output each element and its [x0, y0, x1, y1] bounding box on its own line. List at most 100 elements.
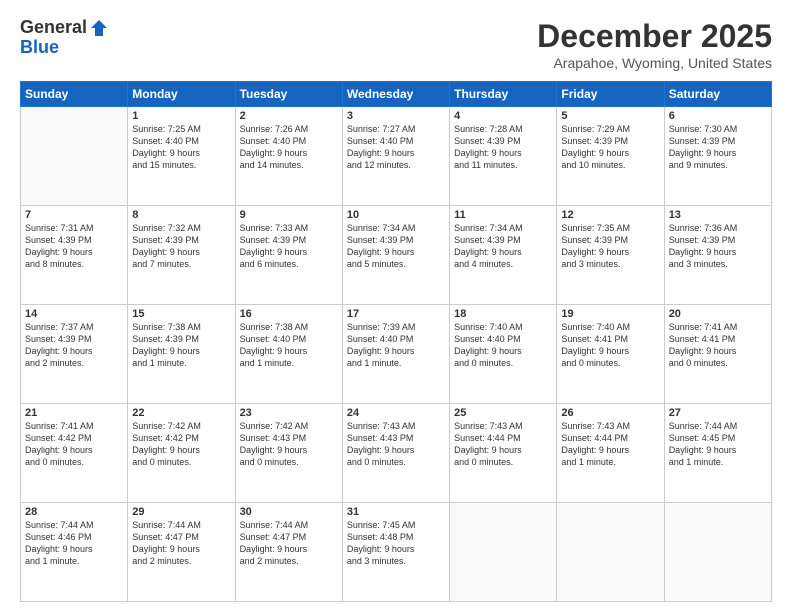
day-number: 31 — [347, 506, 445, 518]
day-info: Sunrise: 7:33 AM Sunset: 4:39 PM Dayligh… — [240, 222, 338, 271]
day-info: Sunrise: 7:38 AM Sunset: 4:39 PM Dayligh… — [132, 321, 230, 370]
day-info: Sunrise: 7:42 AM Sunset: 4:42 PM Dayligh… — [132, 420, 230, 469]
day-info: Sunrise: 7:40 AM Sunset: 4:41 PM Dayligh… — [561, 321, 659, 370]
day-info: Sunrise: 7:30 AM Sunset: 4:39 PM Dayligh… — [669, 123, 767, 172]
day-info: Sunrise: 7:34 AM Sunset: 4:39 PM Dayligh… — [454, 222, 552, 271]
weekday-header: Monday — [128, 82, 235, 107]
weekday-header: Thursday — [450, 82, 557, 107]
day-number: 13 — [669, 209, 767, 221]
day-number: 25 — [454, 407, 552, 419]
day-number: 26 — [561, 407, 659, 419]
day-number: 6 — [669, 110, 767, 122]
day-number: 22 — [132, 407, 230, 419]
calendar-cell — [21, 107, 128, 206]
day-info: Sunrise: 7:29 AM Sunset: 4:39 PM Dayligh… — [561, 123, 659, 172]
day-info: Sunrise: 7:44 AM Sunset: 4:45 PM Dayligh… — [669, 420, 767, 469]
calendar-cell: 9Sunrise: 7:33 AM Sunset: 4:39 PM Daylig… — [235, 206, 342, 305]
day-info: Sunrise: 7:28 AM Sunset: 4:39 PM Dayligh… — [454, 123, 552, 172]
calendar-cell: 4Sunrise: 7:28 AM Sunset: 4:39 PM Daylig… — [450, 107, 557, 206]
logo-blue-text: Blue — [20, 37, 59, 57]
logo-icon — [89, 18, 109, 38]
page: General Blue December 2025 Arapahoe, Wyo… — [0, 0, 792, 612]
day-info: Sunrise: 7:39 AM Sunset: 4:40 PM Dayligh… — [347, 321, 445, 370]
day-number: 18 — [454, 308, 552, 320]
day-info: Sunrise: 7:41 AM Sunset: 4:41 PM Dayligh… — [669, 321, 767, 370]
calendar-cell: 30Sunrise: 7:44 AM Sunset: 4:47 PM Dayli… — [235, 503, 342, 602]
calendar-cell: 6Sunrise: 7:30 AM Sunset: 4:39 PM Daylig… — [664, 107, 771, 206]
day-info: Sunrise: 7:37 AM Sunset: 4:39 PM Dayligh… — [25, 321, 123, 370]
day-info: Sunrise: 7:44 AM Sunset: 4:47 PM Dayligh… — [240, 519, 338, 568]
calendar-cell: 7Sunrise: 7:31 AM Sunset: 4:39 PM Daylig… — [21, 206, 128, 305]
calendar-cell: 15Sunrise: 7:38 AM Sunset: 4:39 PM Dayli… — [128, 305, 235, 404]
day-number: 14 — [25, 308, 123, 320]
calendar-cell: 18Sunrise: 7:40 AM Sunset: 4:40 PM Dayli… — [450, 305, 557, 404]
day-number: 15 — [132, 308, 230, 320]
day-number: 12 — [561, 209, 659, 221]
calendar-cell: 3Sunrise: 7:27 AM Sunset: 4:40 PM Daylig… — [342, 107, 449, 206]
calendar-week-row: 14Sunrise: 7:37 AM Sunset: 4:39 PM Dayli… — [21, 305, 772, 404]
header: General Blue December 2025 Arapahoe, Wyo… — [20, 18, 772, 71]
day-info: Sunrise: 7:44 AM Sunset: 4:47 PM Dayligh… — [132, 519, 230, 568]
logo-general-text: General — [20, 18, 87, 38]
weekday-header: Sunday — [21, 82, 128, 107]
day-info: Sunrise: 7:45 AM Sunset: 4:48 PM Dayligh… — [347, 519, 445, 568]
calendar-cell: 5Sunrise: 7:29 AM Sunset: 4:39 PM Daylig… — [557, 107, 664, 206]
day-info: Sunrise: 7:38 AM Sunset: 4:40 PM Dayligh… — [240, 321, 338, 370]
day-info: Sunrise: 7:34 AM Sunset: 4:39 PM Dayligh… — [347, 222, 445, 271]
calendar-cell — [664, 503, 771, 602]
calendar-cell: 26Sunrise: 7:43 AM Sunset: 4:44 PM Dayli… — [557, 404, 664, 503]
day-number: 19 — [561, 308, 659, 320]
day-info: Sunrise: 7:43 AM Sunset: 4:43 PM Dayligh… — [347, 420, 445, 469]
day-info: Sunrise: 7:32 AM Sunset: 4:39 PM Dayligh… — [132, 222, 230, 271]
calendar-cell: 21Sunrise: 7:41 AM Sunset: 4:42 PM Dayli… — [21, 404, 128, 503]
month-title: December 2025 — [537, 18, 772, 55]
calendar-cell: 8Sunrise: 7:32 AM Sunset: 4:39 PM Daylig… — [128, 206, 235, 305]
calendar-header-row: SundayMondayTuesdayWednesdayThursdayFrid… — [21, 82, 772, 107]
calendar-cell: 17Sunrise: 7:39 AM Sunset: 4:40 PM Dayli… — [342, 305, 449, 404]
day-number: 23 — [240, 407, 338, 419]
calendar-cell: 13Sunrise: 7:36 AM Sunset: 4:39 PM Dayli… — [664, 206, 771, 305]
day-number: 11 — [454, 209, 552, 221]
day-number: 24 — [347, 407, 445, 419]
day-number: 8 — [132, 209, 230, 221]
day-number: 4 — [454, 110, 552, 122]
day-number: 1 — [132, 110, 230, 122]
day-number: 17 — [347, 308, 445, 320]
title-section: December 2025 Arapahoe, Wyoming, United … — [537, 18, 772, 71]
day-number: 7 — [25, 209, 123, 221]
day-info: Sunrise: 7:43 AM Sunset: 4:44 PM Dayligh… — [454, 420, 552, 469]
day-number: 20 — [669, 308, 767, 320]
day-number: 9 — [240, 209, 338, 221]
calendar-cell: 23Sunrise: 7:42 AM Sunset: 4:43 PM Dayli… — [235, 404, 342, 503]
calendar-cell: 22Sunrise: 7:42 AM Sunset: 4:42 PM Dayli… — [128, 404, 235, 503]
calendar-cell: 24Sunrise: 7:43 AM Sunset: 4:43 PM Dayli… — [342, 404, 449, 503]
calendar-cell: 31Sunrise: 7:45 AM Sunset: 4:48 PM Dayli… — [342, 503, 449, 602]
calendar-table: SundayMondayTuesdayWednesdayThursdayFrid… — [20, 81, 772, 602]
day-info: Sunrise: 7:44 AM Sunset: 4:46 PM Dayligh… — [25, 519, 123, 568]
day-info: Sunrise: 7:36 AM Sunset: 4:39 PM Dayligh… — [669, 222, 767, 271]
calendar-cell: 2Sunrise: 7:26 AM Sunset: 4:40 PM Daylig… — [235, 107, 342, 206]
calendar-cell: 29Sunrise: 7:44 AM Sunset: 4:47 PM Dayli… — [128, 503, 235, 602]
day-info: Sunrise: 7:43 AM Sunset: 4:44 PM Dayligh… — [561, 420, 659, 469]
day-number: 5 — [561, 110, 659, 122]
day-info: Sunrise: 7:40 AM Sunset: 4:40 PM Dayligh… — [454, 321, 552, 370]
day-number: 2 — [240, 110, 338, 122]
calendar-cell: 10Sunrise: 7:34 AM Sunset: 4:39 PM Dayli… — [342, 206, 449, 305]
weekday-header: Saturday — [664, 82, 771, 107]
day-number: 27 — [669, 407, 767, 419]
calendar-cell: 11Sunrise: 7:34 AM Sunset: 4:39 PM Dayli… — [450, 206, 557, 305]
day-info: Sunrise: 7:27 AM Sunset: 4:40 PM Dayligh… — [347, 123, 445, 172]
day-number: 16 — [240, 308, 338, 320]
weekday-header: Friday — [557, 82, 664, 107]
weekday-header: Tuesday — [235, 82, 342, 107]
day-info: Sunrise: 7:41 AM Sunset: 4:42 PM Dayligh… — [25, 420, 123, 469]
calendar-cell: 16Sunrise: 7:38 AM Sunset: 4:40 PM Dayli… — [235, 305, 342, 404]
calendar-cell: 19Sunrise: 7:40 AM Sunset: 4:41 PM Dayli… — [557, 305, 664, 404]
calendar-week-row: 28Sunrise: 7:44 AM Sunset: 4:46 PM Dayli… — [21, 503, 772, 602]
calendar-week-row: 7Sunrise: 7:31 AM Sunset: 4:39 PM Daylig… — [21, 206, 772, 305]
calendar-cell: 1Sunrise: 7:25 AM Sunset: 4:40 PM Daylig… — [128, 107, 235, 206]
day-number: 21 — [25, 407, 123, 419]
calendar-cell: 14Sunrise: 7:37 AM Sunset: 4:39 PM Dayli… — [21, 305, 128, 404]
day-info: Sunrise: 7:42 AM Sunset: 4:43 PM Dayligh… — [240, 420, 338, 469]
calendar-cell: 20Sunrise: 7:41 AM Sunset: 4:41 PM Dayli… — [664, 305, 771, 404]
